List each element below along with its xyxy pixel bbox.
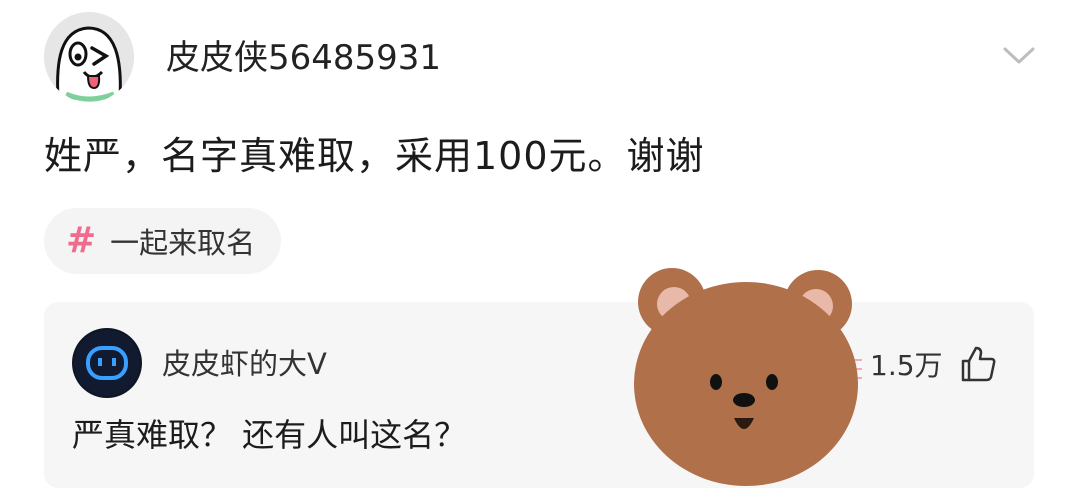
commenter-avatar[interactable] bbox=[72, 328, 142, 398]
comment-text: 严真难取？ 还有人叫这名？ bbox=[72, 416, 467, 454]
author-name[interactable]: 皮皮侠56485931 bbox=[166, 36, 441, 80]
author-avatar[interactable] bbox=[44, 12, 134, 102]
like-count: 1.5万 bbox=[870, 349, 943, 382]
blue-face-icon bbox=[74, 330, 140, 396]
thumbs-up-icon[interactable] bbox=[958, 344, 998, 384]
topic-label: 一起来取名 bbox=[110, 226, 256, 260]
post-text: 姓严，名字真难取，采用100元。谢谢 bbox=[44, 134, 705, 178]
commenter-name[interactable]: 皮皮虾的大V bbox=[162, 346, 327, 382]
topic-tag[interactable]: # 一起来取名 bbox=[44, 208, 282, 274]
top-comment[interactable]: 皮皮虾的大V 1.5万 严真难取？ 还有人叫这名？ bbox=[44, 302, 1034, 488]
bear-sticker bbox=[634, 268, 858, 486]
cartoon-face-icon bbox=[44, 12, 134, 102]
chevron-down-icon[interactable] bbox=[1000, 40, 1038, 70]
hashtag-icon: # bbox=[66, 220, 97, 261]
